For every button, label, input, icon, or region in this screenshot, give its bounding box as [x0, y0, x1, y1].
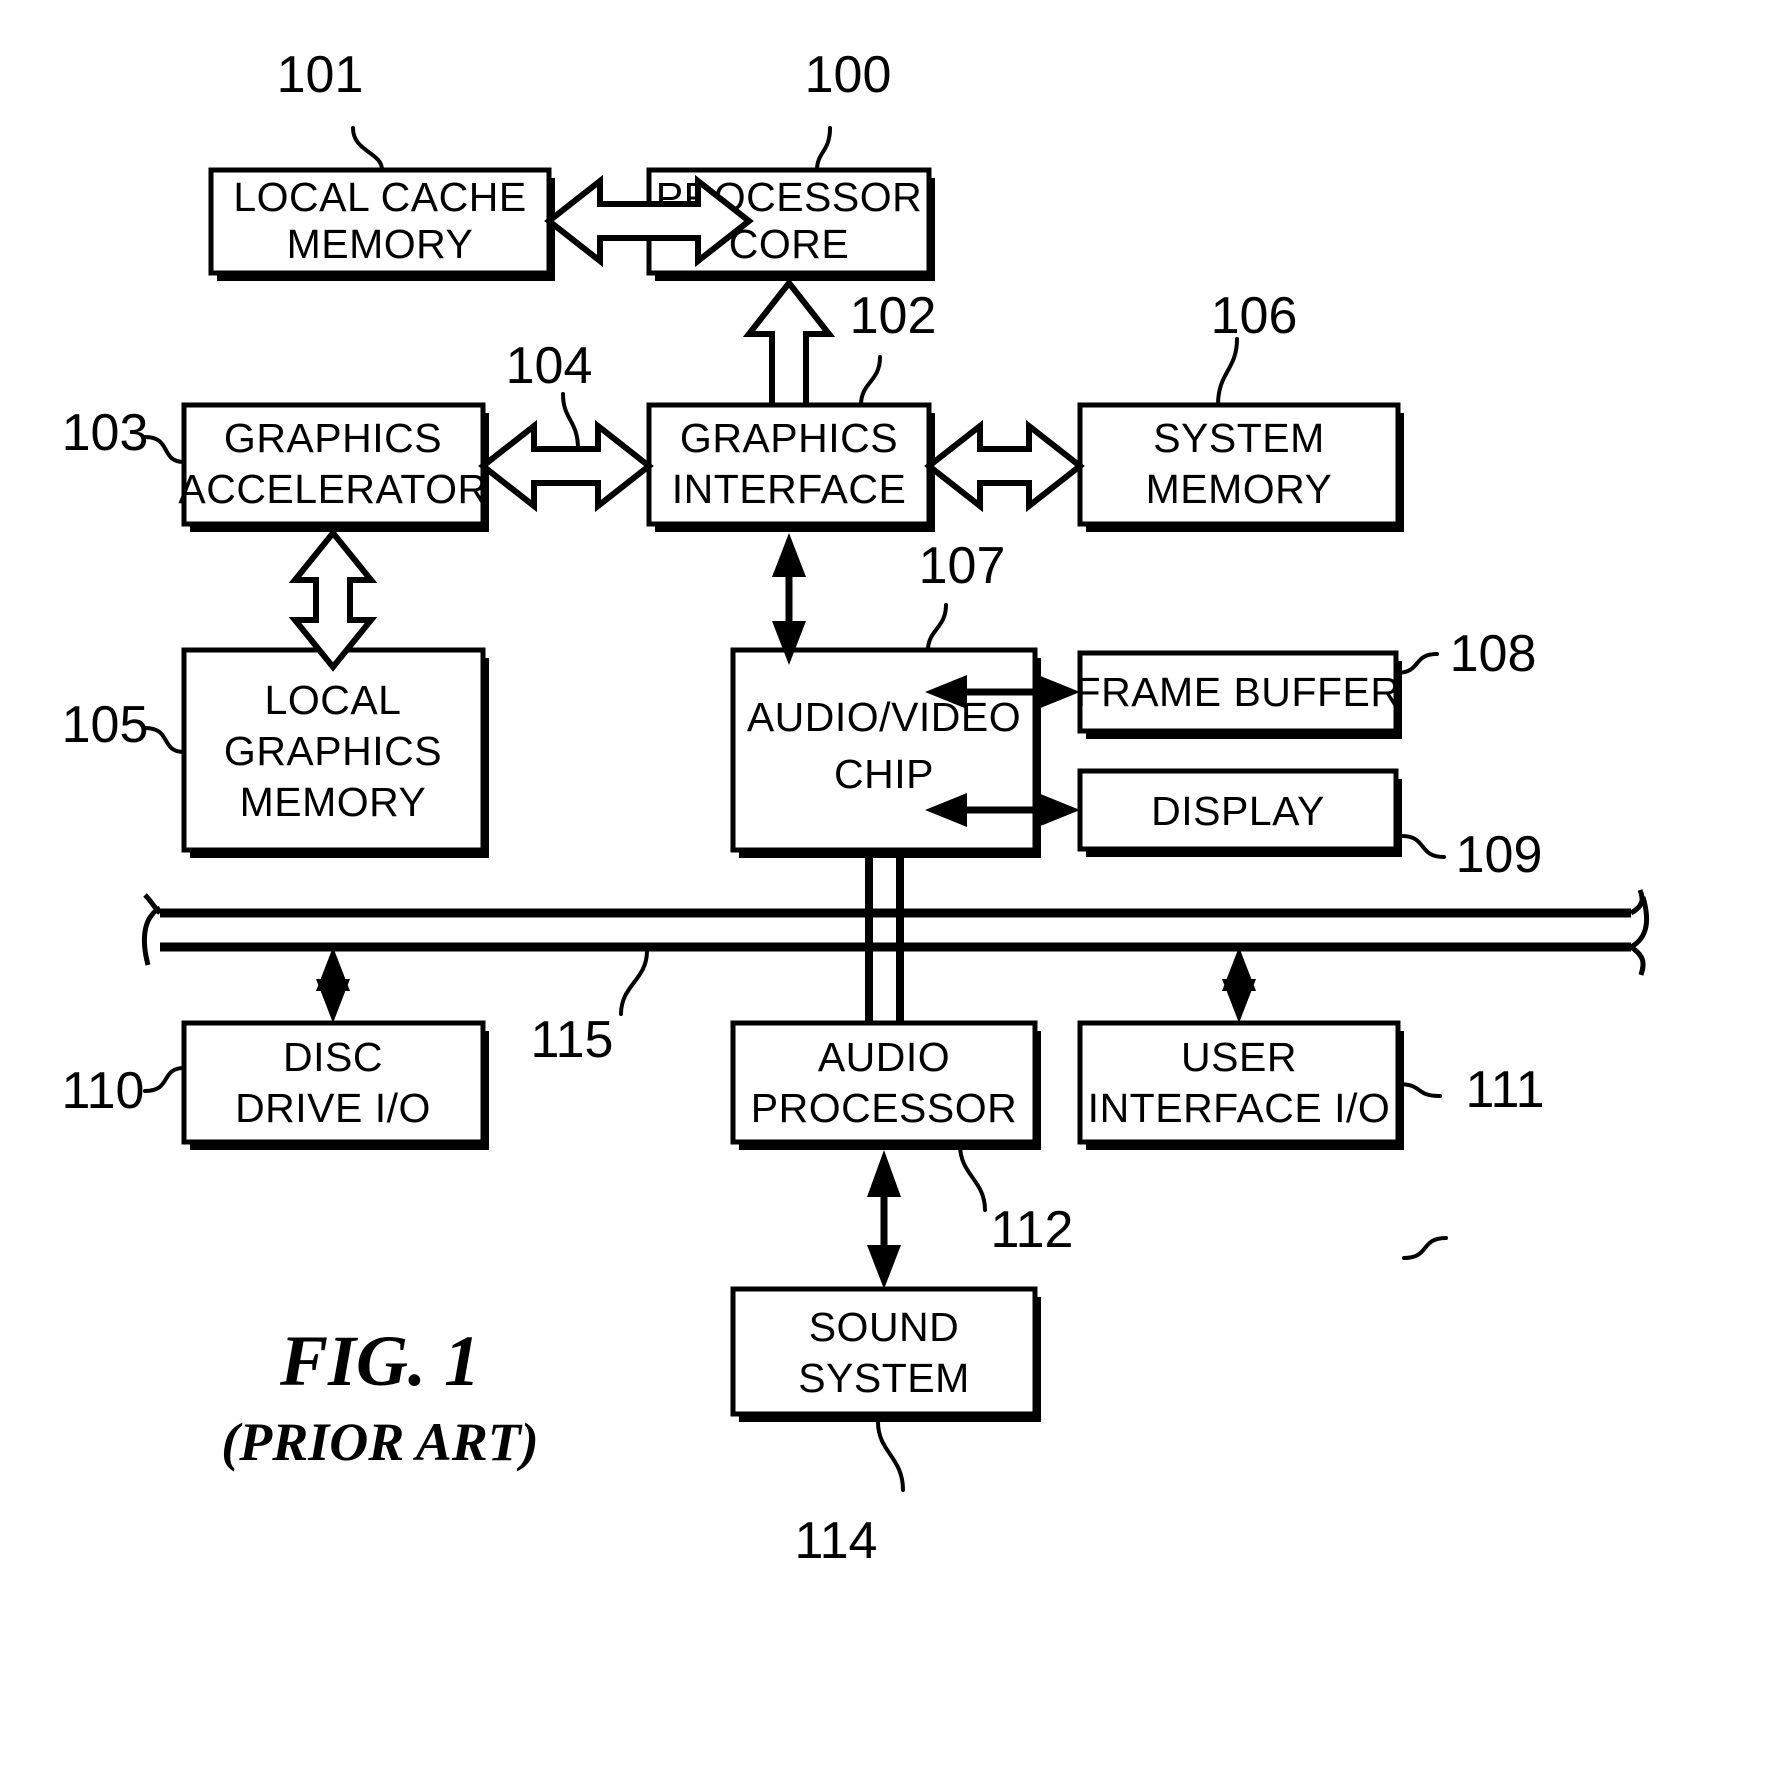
arrowhead-down — [1222, 979, 1256, 1023]
block-103-graphics-accelerator: GRAPHICS ACCELERATOR — [178, 402, 489, 532]
ref-114-group: 114 — [795, 1420, 905, 1570]
block-100-label-line2: CORE — [729, 221, 849, 267]
block-111-label-line1: USER — [1181, 1034, 1297, 1080]
ref-107: 107 — [919, 537, 1006, 595]
patent-figure-page: LOCAL CACHE MEMORY 101 PROCESSOR CORE 10… — [0, 0, 1781, 1774]
ref-114: 114 — [795, 1512, 878, 1570]
ref-109: 109 — [1456, 826, 1543, 884]
ref-110-group: 110 — [62, 1062, 186, 1120]
ref-112: 112 — [991, 1201, 1074, 1259]
arrowhead-down — [867, 1245, 901, 1289]
block-112-label-line1: AUDIO — [818, 1034, 950, 1080]
block-106-label-line2: MEMORY — [1146, 466, 1333, 512]
block-111-user-interface-io: USER INTERFACE I/O — [1077, 1020, 1404, 1150]
ref-112-group: 112 — [958, 1143, 1074, 1259]
block-105-label-line2: GRAPHICS — [224, 728, 442, 774]
ref-108: 108 — [1450, 625, 1537, 683]
ref-100: 100 — [805, 46, 892, 104]
block-109-display: DISPLAY — [1077, 768, 1402, 857]
arrowhead-down — [316, 979, 350, 1023]
block-103-label-line1: GRAPHICS — [224, 415, 442, 461]
figure-caption: FIG. 1 — [279, 1321, 480, 1401]
ref-102: 102 — [850, 287, 937, 345]
connector-115-111 — [1222, 947, 1256, 1023]
ref-111-lead-fix — [1396, 1082, 1442, 1098]
block-106-label-line1: SYSTEM — [1153, 415, 1325, 461]
ref-102-group: 102 — [850, 287, 937, 407]
arrowhead-right — [1038, 675, 1080, 709]
block-106-system-memory: SYSTEM MEMORY — [1077, 402, 1404, 532]
block-102-label-line2: INTERFACE — [672, 466, 907, 512]
block-111-label-line2: INTERFACE I/O — [1088, 1085, 1391, 1131]
ref-111: 111 — [1465, 1061, 1544, 1119]
block-105-local-graphics-memory: LOCAL GRAPHICS MEMORY — [181, 647, 489, 858]
ref-107-group: 107 — [919, 537, 1006, 652]
block-101-label-line1: LOCAL CACHE — [233, 174, 526, 220]
system-bus-115 — [141, 889, 1650, 976]
connector-103-102 — [478, 419, 654, 513]
block-110-disc-drive-io: DISC DRIVE I/O — [181, 1020, 489, 1150]
connector-102-106 — [924, 419, 1085, 513]
figure-caption-group: FIG. 1 (PRIOR ART) — [221, 1321, 539, 1472]
connector-103-105 — [288, 528, 378, 672]
ref-104-group: 104 — [506, 337, 593, 451]
ref-111-group: 111 — [1402, 1061, 1545, 1260]
ref-104: 104 — [506, 337, 593, 395]
block-108-label: FRAME BUFFER — [1076, 669, 1401, 715]
block-112-audio-processor: AUDIO PROCESSOR — [730, 1020, 1041, 1150]
arrowhead-up — [772, 533, 806, 577]
connector-112-114 — [867, 1150, 901, 1289]
block-109-label: DISPLAY — [1151, 788, 1325, 834]
block-107-label-line1: AUDIO/VIDEO — [747, 694, 1021, 740]
figure-subcaption: (PRIOR ART) — [221, 1412, 539, 1472]
block-101-local-cache-memory: LOCAL CACHE MEMORY — [208, 167, 555, 281]
block-114-sound-system: SOUND SYSTEM — [730, 1286, 1041, 1422]
connector-115-110 — [316, 947, 350, 1023]
ref-103: 103 — [62, 404, 149, 462]
block-110-label-line2: DRIVE I/O — [235, 1085, 431, 1131]
block-107-label-line2: CHIP — [834, 751, 934, 797]
arrowhead-up — [867, 1150, 901, 1197]
block-102-graphics-interface: GRAPHICS INTERFACE — [646, 402, 935, 532]
ref-100-group: 100 — [805, 46, 892, 172]
block-102-label-line1: GRAPHICS — [680, 415, 898, 461]
ref-106-group: 106 — [1211, 287, 1298, 407]
block-108-frame-buffer: FRAME BUFFER — [1076, 650, 1402, 739]
ref-105-group: 105 — [62, 696, 186, 754]
ref-103-group: 103 — [62, 404, 186, 464]
figure-1-block-diagram: LOCAL CACHE MEMORY 101 PROCESSOR CORE 10… — [62, 46, 1650, 1570]
connector-102-107 — [772, 533, 806, 665]
block-107-audio-video-chip: AUDIO/VIDEO CHIP — [730, 647, 1041, 858]
ref-109-group: 109 — [1400, 826, 1543, 884]
block-114-label-line2: SYSTEM — [798, 1355, 970, 1401]
ref-101-group: 101 — [277, 46, 384, 172]
ref-105: 105 — [62, 696, 149, 754]
ref-101: 101 — [277, 46, 364, 104]
block-105-label-line3: MEMORY — [240, 779, 427, 825]
block-110-label-line1: DISC — [283, 1034, 383, 1080]
ref-108-group: 108 — [1394, 625, 1537, 683]
ref-110: 110 — [62, 1062, 145, 1120]
block-114-label-line1: SOUND — [809, 1304, 960, 1350]
arrowhead-right — [1038, 793, 1080, 827]
block-105-label-line1: LOCAL — [265, 677, 402, 723]
block-103-label-line2: ACCELERATOR — [178, 466, 487, 512]
ref-115: 115 — [531, 1011, 614, 1069]
ref-106: 106 — [1211, 287, 1298, 345]
ref-115-group: 115 — [531, 949, 649, 1069]
block-101-label-line2: MEMORY — [287, 221, 474, 267]
block-112-label-line2: PROCESSOR — [751, 1085, 1018, 1131]
